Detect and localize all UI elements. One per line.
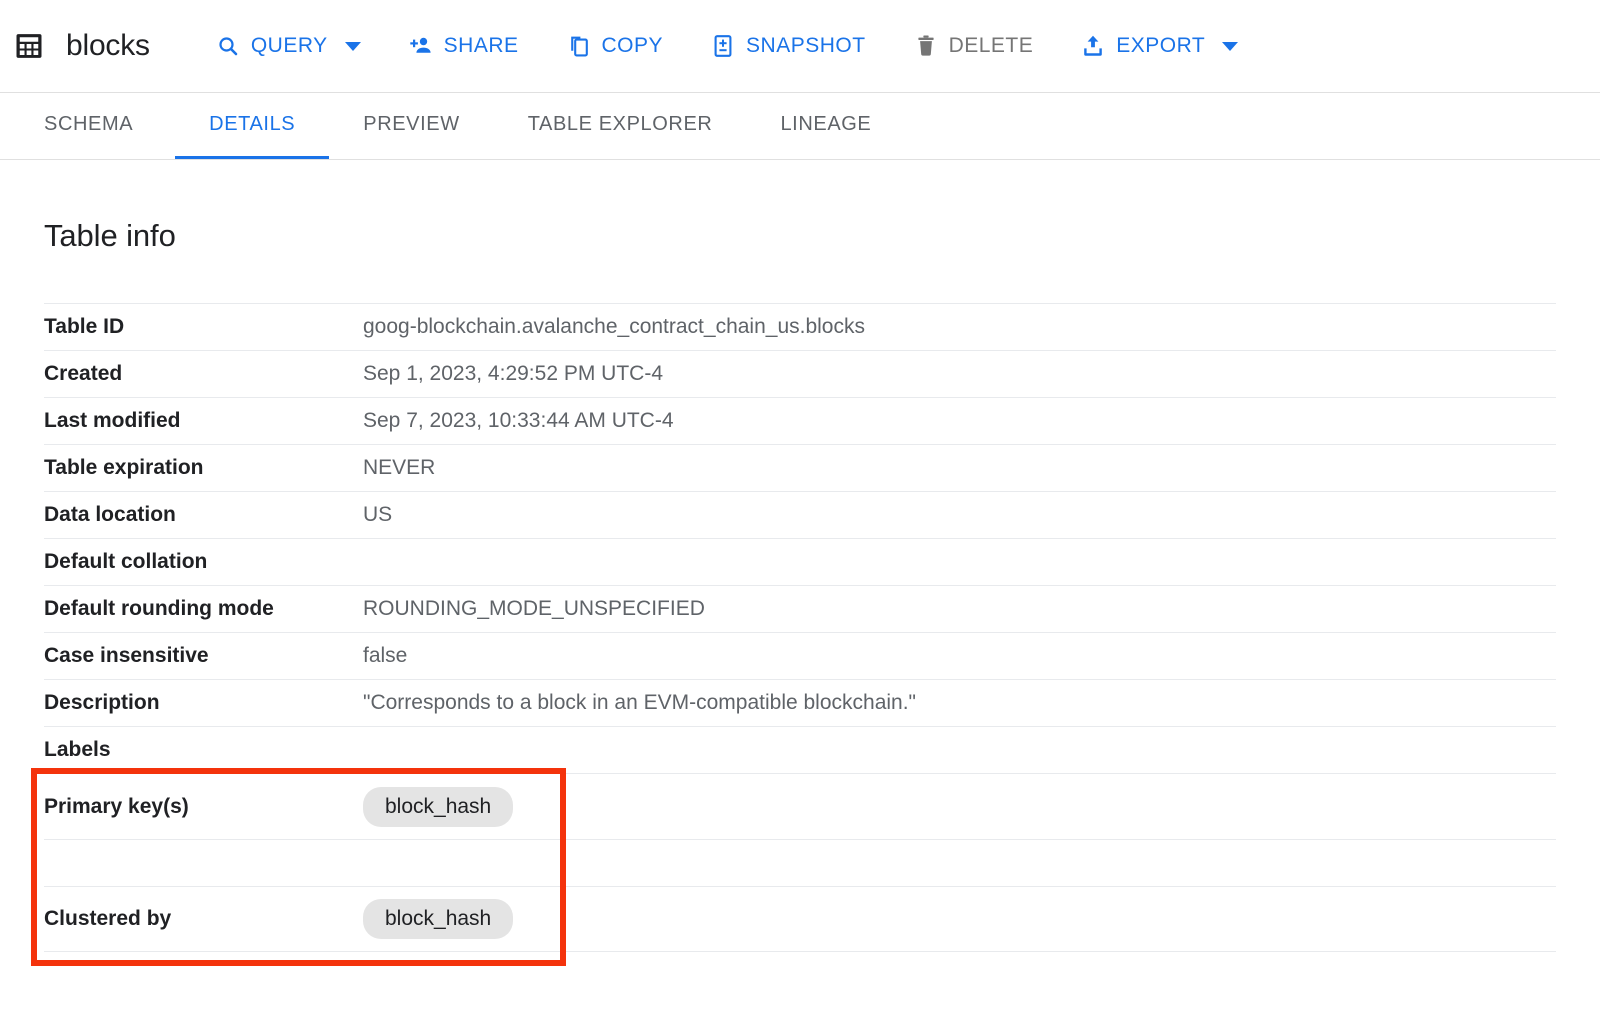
table-row: Labels [44, 726, 1556, 773]
export-button-label: EXPORT [1116, 34, 1205, 58]
table-row: Clustered byblock_hash [44, 886, 1556, 952]
row-label: Description [44, 691, 363, 715]
table-row: Last modifiedSep 7, 2023, 10:33:44 AM UT… [44, 397, 1556, 444]
table-row: Case insensitivefalse [44, 632, 1556, 679]
table-row: Primary key(s)block_hash [44, 773, 1556, 839]
table-row: Description"Corresponds to a block in an… [44, 679, 1556, 726]
copy-button-label: COPY [602, 34, 664, 58]
table-row: Table IDgoog-blockchain.avalanche_contra… [44, 303, 1556, 350]
row-label: Created [44, 362, 363, 386]
value-chip: block_hash [363, 899, 513, 939]
row-value: NEVER [363, 456, 435, 480]
row-label: Data location [44, 503, 363, 527]
tab-table-explorer[interactable]: TABLE EXPLORER [494, 93, 747, 159]
row-value: US [363, 503, 392, 527]
row-label: Default collation [44, 550, 363, 574]
export-button[interactable]: EXPORT [1069, 26, 1250, 66]
row-value: Sep 7, 2023, 10:33:44 AM UTC-4 [363, 409, 674, 433]
upload-icon [1081, 34, 1105, 58]
chevron-down-icon[interactable] [345, 42, 361, 51]
row-value: goog-blockchain.avalanche_contract_chain… [363, 315, 865, 339]
row-label: Clustered by [44, 907, 363, 931]
delete-button-label: DELETE [949, 34, 1034, 58]
row-label: Case insensitive [44, 644, 363, 668]
delete-button[interactable]: DELETE [902, 26, 1046, 66]
snapshot-button-label: SNAPSHOT [746, 34, 866, 58]
tab-details-label: DETAILS [209, 113, 295, 136]
row-value: ROUNDING_MODE_UNSPECIFIED [363, 597, 705, 621]
tab-preview[interactable]: PREVIEW [329, 93, 493, 159]
row-label: Primary key(s) [44, 795, 363, 819]
snapshot-icon [711, 34, 735, 58]
trash-icon [914, 34, 938, 58]
table-info-list: Table IDgoog-blockchain.avalanche_contra… [44, 303, 1556, 952]
table-row [44, 839, 1556, 886]
row-value: false [363, 644, 407, 668]
row-label: Default rounding mode [44, 597, 363, 621]
copy-button[interactable]: COPY [555, 26, 676, 66]
table-row: Table expirationNEVER [44, 444, 1556, 491]
row-value: Sep 1, 2023, 4:29:52 PM UTC-4 [363, 362, 663, 386]
table-row: Default rounding modeROUNDING_MODE_UNSPE… [44, 585, 1556, 632]
table-row: CreatedSep 1, 2023, 4:29:52 PM UTC-4 [44, 350, 1556, 397]
row-value: "Corresponds to a block in an EVM-compat… [363, 691, 916, 715]
tab-lineage-label: LINEAGE [780, 113, 871, 136]
page-title: blocks [66, 29, 150, 63]
tab-preview-label: PREVIEW [363, 113, 459, 136]
tab-details[interactable]: DETAILS [175, 93, 329, 159]
bigquery-table-details-page: blocks QUERY SHARE [0, 0, 1600, 1011]
person-add-icon [409, 34, 433, 58]
row-label: Table expiration [44, 456, 363, 480]
table-row: Default collation [44, 538, 1556, 585]
top-toolbar: blocks QUERY SHARE [0, 0, 1600, 93]
row-label: Table ID [44, 315, 363, 339]
query-button-label: QUERY [251, 34, 328, 58]
section-title: Table info [44, 160, 1556, 254]
chevron-down-icon[interactable] [1222, 42, 1238, 51]
search-icon [216, 34, 240, 58]
tab-schema[interactable]: SCHEMA [44, 93, 175, 159]
tab-lineage[interactable]: LINEAGE [746, 93, 905, 159]
copy-icon [567, 34, 591, 58]
table-grid-icon [14, 31, 44, 61]
value-chip: block_hash [363, 787, 513, 827]
share-button-label: SHARE [444, 34, 519, 58]
row-label: Last modified [44, 409, 363, 433]
table-row: Data locationUS [44, 491, 1556, 538]
query-button[interactable]: QUERY [204, 26, 373, 66]
snapshot-button[interactable]: SNAPSHOT [699, 26, 878, 66]
tab-schema-label: SCHEMA [44, 113, 133, 136]
share-button[interactable]: SHARE [397, 26, 531, 66]
details-panel: Table info Table IDgoog-blockchain.avala… [0, 160, 1600, 952]
row-label: Labels [44, 738, 363, 762]
tab-bar: SCHEMA DETAILS PREVIEW TABLE EXPLORER LI… [0, 93, 1600, 160]
tab-table-explorer-label: TABLE EXPLORER [528, 113, 713, 136]
